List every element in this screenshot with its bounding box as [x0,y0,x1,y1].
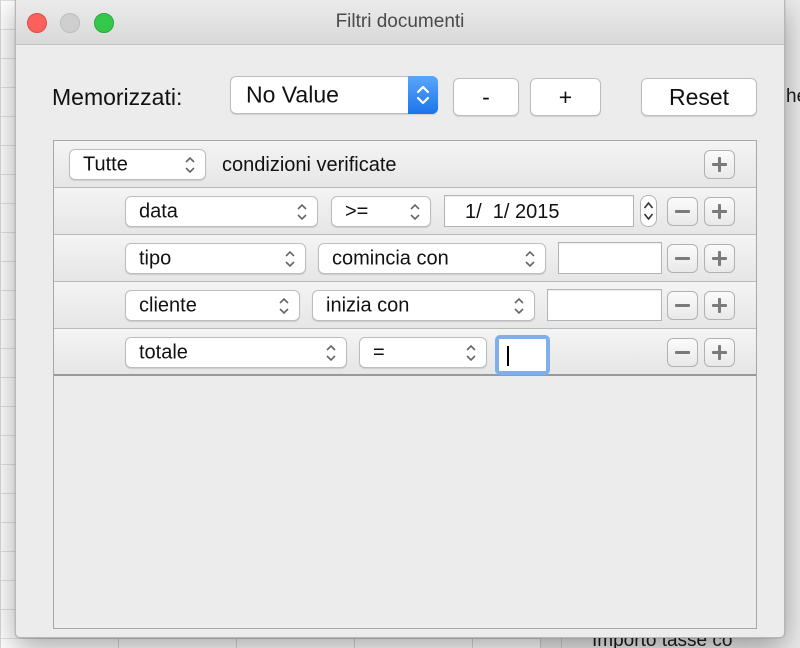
rule-field-popup[interactable]: cliente [125,290,300,321]
up-down-arrows-icon [279,297,289,314]
remove-rule-button[interactable] [667,197,698,226]
date-field-value: 1/ 1/ 2015 [465,201,560,223]
remove-saved-filter-button[interactable]: - [453,78,519,116]
add-rule-button[interactable] [704,338,735,367]
up-down-arrows-icon [326,344,336,361]
quantifier-value: Tutte [83,153,128,175]
rule-operator-value: = [373,341,385,363]
title-bar[interactable]: Filtri documenti [16,0,784,45]
rule-field-popup[interactable]: data [125,196,318,227]
add-rule-button[interactable] [704,291,735,320]
filter-dialog-window: Filtri documenti Memorizzati: No Value -… [15,0,785,638]
up-down-arrows-icon [514,297,524,314]
rule-operator-value: comincia con [332,247,449,269]
popup-arrows-icon [408,76,438,114]
rule-field-value: cliente [139,294,197,316]
rule-editor: Tutte condizioni verificate data >= 1/ 1… [53,140,757,629]
compound-suffix-label: condizioni verificate [222,154,397,176]
rule-row: totale = [54,329,756,376]
total-value-field-focused[interactable] [495,335,550,375]
rule-operator-popup[interactable]: >= [331,196,431,227]
rule-value-field[interactable] [547,289,662,321]
minus-icon [675,257,690,260]
rule-field-popup[interactable]: tipo [125,243,306,274]
up-down-arrows-icon [466,344,476,361]
background-text-fragment: he [786,86,800,107]
saved-filters-label: Memorizzati: [52,84,183,110]
rule-operator-value: >= [345,200,369,222]
up-down-arrows-icon [285,250,295,267]
minus-icon [675,351,690,354]
text-caret [507,346,509,366]
add-saved-filter-button[interactable]: + [530,78,601,116]
rule-row: cliente inizia con [54,282,756,329]
reset-button[interactable]: Reset [641,78,757,116]
remove-rule-button[interactable] [667,291,698,320]
date-stepper[interactable] [640,195,657,227]
window-title: Filtri documenti [335,11,465,32]
quantifier-popup[interactable]: Tutte [69,149,206,180]
rule-row: tipo comincia con [54,235,756,282]
stepper-arrows-icon [643,201,654,221]
rule-row-compound: Tutte condizioni verificate [54,141,756,188]
rule-field-popup[interactable]: totale [125,337,347,368]
rule-operator-popup[interactable]: = [359,337,487,368]
add-rule-button[interactable] [704,150,735,179]
minus-icon [675,304,690,307]
add-rule-button[interactable] [704,197,735,226]
rule-field-value: totale [139,341,188,363]
up-down-arrows-icon [410,203,420,220]
saved-filters-selected-value: No Value [246,81,339,108]
up-down-arrows-icon [525,250,535,267]
rule-operator-popup[interactable]: comincia con [318,243,546,274]
rule-row: data >= 1/ 1/ 2015 [54,188,756,235]
rule-operator-value: inizia con [326,294,410,316]
add-rule-button[interactable] [704,244,735,273]
date-field[interactable]: 1/ 1/ 2015 [444,195,634,227]
rule-field-value: data [139,200,178,222]
remove-rule-button[interactable] [667,244,698,273]
rule-value-field[interactable] [558,242,662,274]
minus-icon [675,210,690,213]
up-down-arrows-icon [297,203,307,220]
saved-filters-popup[interactable]: No Value [230,76,438,114]
rule-field-value: tipo [139,247,172,269]
up-down-arrows-icon [185,156,195,173]
remove-rule-button[interactable] [667,338,698,367]
rule-operator-popup[interactable]: inizia con [312,290,535,321]
